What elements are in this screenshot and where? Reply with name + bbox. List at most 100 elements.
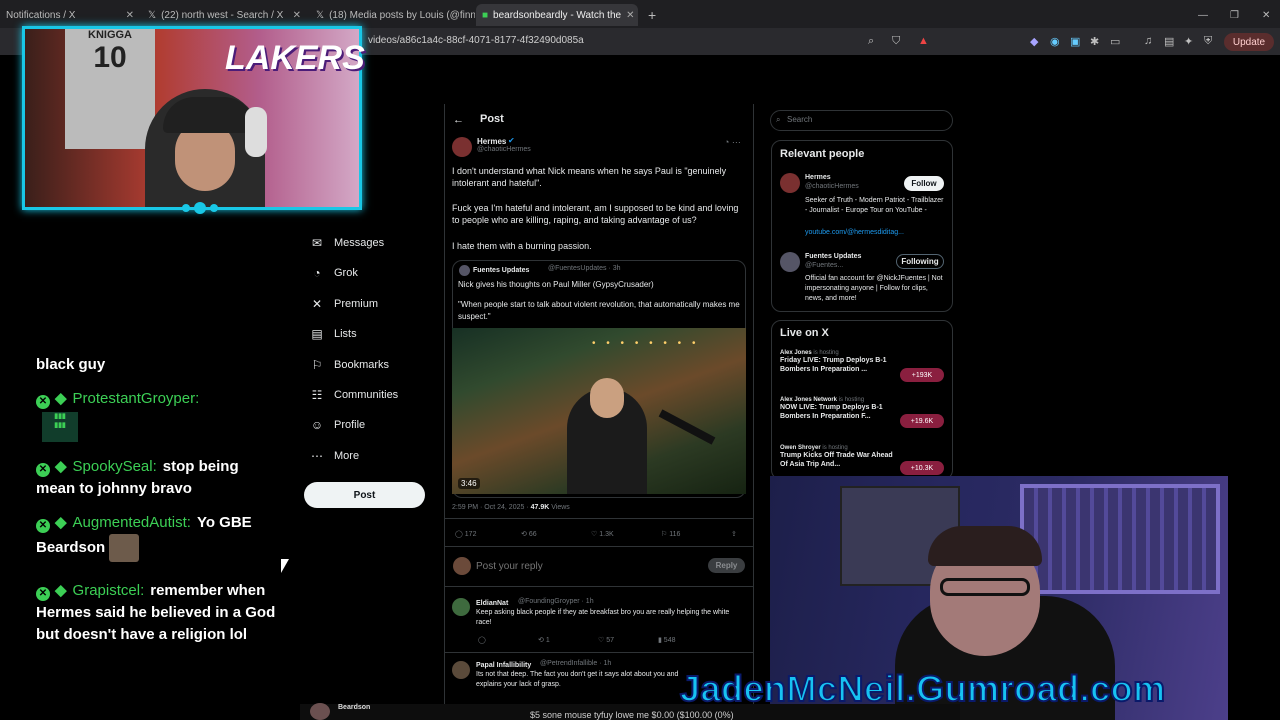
nav-messages[interactable]: ✉ Messages bbox=[310, 236, 384, 250]
streamer-cap bbox=[163, 97, 255, 133]
nav-premium[interactable]: ✕ Premium bbox=[310, 297, 378, 311]
x-icon: ✕ bbox=[311, 297, 323, 311]
extension-icon[interactable]: ◉ bbox=[1050, 35, 1060, 48]
leo-icon[interactable]: ✦ bbox=[1184, 35, 1193, 48]
x-icon: 𝕏 bbox=[316, 9, 325, 21]
close-icon[interactable]: ✕ bbox=[626, 10, 634, 21]
reply-handle: @PetrendInfallible · 1h bbox=[540, 660, 612, 667]
tab-beardson[interactable]: ■ beardsonbeardly - Watch the ✕ bbox=[476, 4, 638, 26]
like-action[interactable]: ♡ 1.3K bbox=[591, 530, 661, 538]
share-icon[interactable]: ⇪ bbox=[731, 530, 737, 538]
chat-message: ✕ ◆ SpookySeal: stop being mean to johnny b… bbox=[36, 456, 276, 500]
post-button[interactable]: Post bbox=[304, 482, 425, 508]
live-item[interactable]: Alex Jones Network is hosting NOW LIVE: T… bbox=[780, 397, 900, 421]
extension-icon[interactable]: ◆ bbox=[1030, 35, 1038, 48]
reply-text: Keep asking black people if they ate bre… bbox=[476, 609, 730, 626]
new-tab-button[interactable]: + bbox=[642, 4, 662, 26]
like-count: 57 bbox=[606, 637, 615, 644]
mod-badge-icon: ✕ bbox=[36, 519, 50, 533]
view-count: 548 bbox=[663, 637, 676, 644]
grok-icon[interactable]: ◔ ⋯ bbox=[724, 137, 741, 148]
mouse-cursor-icon bbox=[281, 559, 289, 573]
verified-icon: ✔ bbox=[508, 136, 515, 145]
search-input[interactable]: ⌕ Search bbox=[770, 110, 953, 131]
extension-icon[interactable]: ▣ bbox=[1070, 35, 1080, 48]
nav-label: Grok bbox=[334, 267, 358, 279]
tab-search[interactable]: 𝕏 (22) north west - Search / X ✕ bbox=[142, 4, 307, 26]
vpn-icon[interactable]: ⛨ bbox=[1204, 35, 1212, 48]
person-icon: ☺ bbox=[310, 418, 324, 432]
sidebar-icon[interactable]: ▭ bbox=[1110, 35, 1120, 48]
close-icon[interactable]: ✕ bbox=[126, 10, 134, 21]
following-button[interactable]: Following bbox=[896, 254, 944, 269]
reply-action[interactable]: ◯ 172 bbox=[455, 530, 521, 538]
reply-handle: @FoundingGroyper · 1h bbox=[518, 598, 594, 605]
live-item-title: Trump Kicks Off Trade War Ahead Of Asia … bbox=[780, 452, 893, 468]
nav-label: Bookmarks bbox=[334, 359, 390, 371]
person-link[interactable]: youtube.com/@hermesdiditag... bbox=[805, 229, 904, 236]
nav-label: Communities bbox=[334, 389, 399, 401]
follow-button[interactable]: Follow bbox=[904, 176, 944, 191]
divider bbox=[444, 518, 754, 519]
cam-frame-ornament bbox=[182, 202, 218, 214]
chat-text: remember when Hermes said he believed in… bbox=[36, 582, 276, 643]
brave-rewards-icon[interactable]: ▲ bbox=[918, 35, 929, 47]
quote-handle: @FuentesUpdates · 3h bbox=[548, 265, 621, 272]
chat-username: ProtestantGroyper: bbox=[72, 390, 200, 407]
divider bbox=[444, 586, 754, 587]
wallet-icon[interactable]: ▤ bbox=[1164, 35, 1174, 48]
avatar[interactable] bbox=[452, 598, 470, 616]
tab-notifications[interactable]: Notifications / X ✕ bbox=[0, 4, 140, 26]
nav-bookmarks[interactable]: ⚐ Bookmarks bbox=[310, 358, 389, 372]
like-action[interactable]: ♡ 57 bbox=[598, 636, 658, 644]
puzzle-icon[interactable]: ✱ bbox=[1090, 35, 1099, 48]
url-field[interactable]: videos/a86c1a4c-88cf-4071-8177-4f32490d0… bbox=[368, 31, 584, 51]
close-window-icon[interactable]: ✕ bbox=[1256, 4, 1276, 26]
avatar[interactable] bbox=[780, 173, 800, 193]
chat-text: black guy bbox=[36, 356, 106, 373]
person-handle: @Fuentes... bbox=[805, 262, 844, 269]
minimize-icon[interactable]: — bbox=[1192, 4, 1212, 26]
post-text: I hate them with a burning passion. bbox=[452, 241, 592, 251]
chat-username: AugmentedAutist: bbox=[72, 514, 191, 531]
person-handle: @chaoticHermes bbox=[805, 183, 859, 190]
avatar[interactable] bbox=[780, 252, 800, 272]
avatar[interactable] bbox=[452, 661, 470, 679]
repost-action[interactable]: ⟲ 66 bbox=[521, 530, 591, 538]
nav-profile[interactable]: ☺ Profile bbox=[310, 418, 365, 432]
shield-icon[interactable]: ⛉ bbox=[892, 35, 900, 48]
live-item[interactable]: Alex Jones is hosting Friday LIVE: Trump … bbox=[780, 350, 900, 374]
chat-username: SpookySeal: bbox=[72, 458, 157, 475]
repost-count: 1 bbox=[545, 637, 550, 644]
repost-action[interactable]: ⟲ 1 bbox=[538, 636, 598, 644]
nav-communities[interactable]: ☷ Communities bbox=[310, 388, 399, 402]
tab-label: beardsonbeardly - Watch the bbox=[493, 9, 622, 21]
reply-input[interactable] bbox=[476, 558, 676, 574]
music-icon[interactable]: ♫ bbox=[1144, 35, 1152, 47]
repost-count: 66 bbox=[528, 531, 537, 538]
live-item[interactable]: Owen Shroyer is hosting Trump Kicks Off T… bbox=[780, 445, 900, 469]
nav-lists[interactable]: ▤ Lists bbox=[310, 327, 356, 341]
views-action[interactable]: ▮ 548 bbox=[658, 636, 718, 644]
reply-action[interactable]: ◯ bbox=[478, 636, 538, 644]
post-handle[interactable]: @chaoticHermes bbox=[477, 146, 531, 153]
bookmark-action[interactable]: ⚐ 116 bbox=[661, 530, 731, 538]
video-host-face bbox=[590, 378, 624, 418]
nav-more[interactable]: ⋯ More bbox=[310, 449, 359, 463]
close-icon[interactable]: ✕ bbox=[293, 10, 301, 21]
string-lights: • • • • • • • • bbox=[592, 338, 700, 349]
quote-author: Fuentes Updates bbox=[473, 267, 530, 274]
search-icon: ⌕ bbox=[776, 115, 781, 124]
bookmark-icon: ⚐ bbox=[311, 358, 323, 372]
back-arrow-icon[interactable]: ← bbox=[453, 114, 464, 126]
update-button[interactable]: Update bbox=[1224, 33, 1274, 51]
nav-grok[interactable]: ◔ Grok bbox=[310, 266, 358, 280]
tab-label: Notifications / X bbox=[6, 9, 76, 21]
tab-media[interactable]: 𝕏(18) Media posts by Louis (@finnabu✕ bbox=[310, 4, 475, 26]
avatar[interactable] bbox=[452, 137, 472, 157]
reply-button[interactable]: Reply bbox=[708, 558, 745, 573]
maximize-icon[interactable]: ❐ bbox=[1224, 4, 1244, 26]
zoom-icon[interactable]: ⌕ bbox=[868, 35, 874, 48]
live-count-badge: +19.6K bbox=[900, 414, 944, 428]
video-player[interactable]: • • • • • • • • bbox=[452, 328, 746, 494]
